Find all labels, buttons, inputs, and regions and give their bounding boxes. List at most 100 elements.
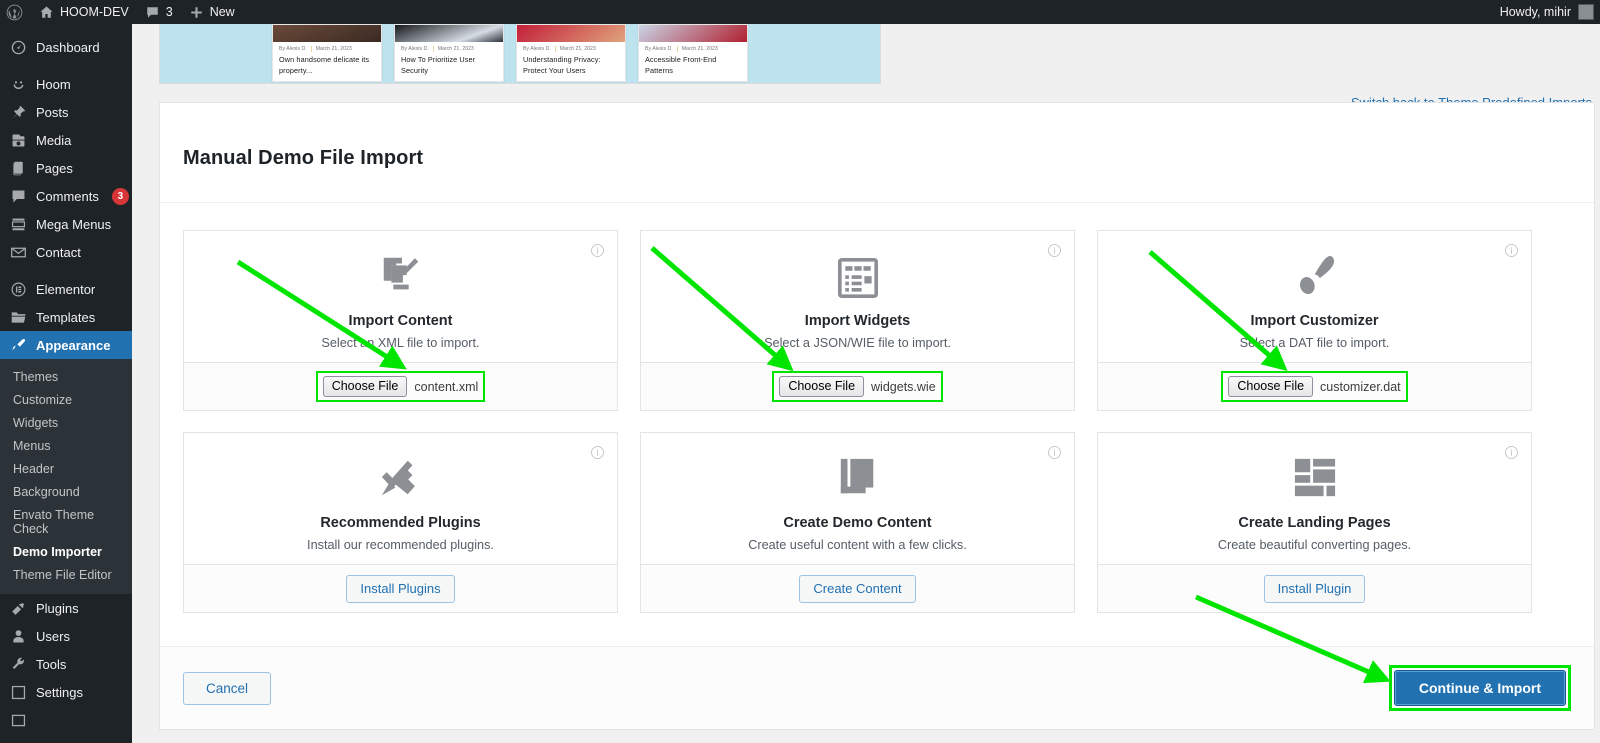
file-input-highlight[interactable]: Choose File customizer.dat xyxy=(1221,371,1407,402)
preview-date: March 21, 2023 xyxy=(682,46,718,52)
card-body: Create Demo Content Create useful conten… xyxy=(641,433,1074,564)
card-title: Import Widgets xyxy=(805,313,910,329)
card-footer: Install Plugin xyxy=(1098,564,1531,612)
admin-sidebar: Dashboard Hoom Posts Media Pages Comment… xyxy=(0,24,132,743)
card-description: Select a DAT file to import. xyxy=(1240,336,1390,350)
site-name-menu[interactable]: HOOM-DEV xyxy=(31,0,137,24)
import-widgets-icon xyxy=(836,252,880,298)
preview-thumbnail xyxy=(395,25,503,42)
sidebar-item-label: Settings xyxy=(36,685,83,700)
choose-file-button[interactable]: Choose File xyxy=(323,376,408,397)
sidebar-subitem-menus[interactable]: Menus xyxy=(0,434,132,457)
choose-file-button[interactable]: Choose File xyxy=(1228,376,1313,397)
sidebar-item-templates[interactable]: Templates xyxy=(0,303,132,331)
sidebar-subitem-demo-importer[interactable]: Demo Importer xyxy=(0,540,132,563)
install-plugins-button[interactable]: Install Plugins xyxy=(346,575,454,603)
create-demo-content-icon xyxy=(837,454,879,500)
theme-preview-strip: By Alexis D. March 21, 2023 Own handsome… xyxy=(159,24,881,84)
continue-import-highlight: Continue & Import xyxy=(1389,665,1571,711)
preview-card-meta: By Alexis D. March 21, 2023 xyxy=(523,46,619,52)
sidebar-item-posts[interactable]: Posts xyxy=(0,98,132,126)
preview-card-list: By Alexis D. March 21, 2023 Own handsome… xyxy=(160,24,880,82)
sidebar-subitem-themes[interactable]: Themes xyxy=(0,365,132,388)
create-content-button[interactable]: Create Content xyxy=(799,575,915,603)
sidebar-subitem-envato-theme-check[interactable]: Envato Theme Check xyxy=(0,503,132,540)
info-circle-icon[interactable] xyxy=(590,243,605,258)
sidebar-subitem-customize[interactable]: Customize xyxy=(0,388,132,411)
sidebar-item-mega-menus[interactable]: Mega Menus xyxy=(0,210,132,238)
preview-card-body: By Alexis D. March 21, 2023 How To Prior… xyxy=(395,42,503,81)
comments-count-label: 3 xyxy=(166,5,173,19)
sidebar-item-label: Dashboard xyxy=(36,40,100,55)
preview-date: March 21, 2023 xyxy=(560,46,596,52)
info-circle-icon[interactable] xyxy=(1047,445,1062,460)
new-content-menu[interactable]: New xyxy=(181,0,243,24)
media-camera-icon xyxy=(9,131,27,149)
panel-footer: Cancel Continue & Import xyxy=(160,646,1594,729)
sidebar-item-tools[interactable]: Tools xyxy=(0,650,132,678)
envelope-icon xyxy=(9,243,27,261)
avatar xyxy=(1578,4,1594,20)
card-create-demo-content: Create Demo Content Create useful conten… xyxy=(640,432,1075,613)
card-title: Create Landing Pages xyxy=(1238,515,1390,531)
sidebar-item-elementor[interactable]: Elementor xyxy=(0,275,132,303)
sidebar-item-plugins[interactable]: Plugins xyxy=(0,594,132,622)
sidebar-item-pages[interactable]: Pages xyxy=(0,154,132,182)
main-content: By Alexis D. March 21, 2023 Own handsome… xyxy=(132,24,1600,743)
card-description: Install our recommended plugins. xyxy=(307,538,494,552)
sidebar-subitem-widgets[interactable]: Widgets xyxy=(0,411,132,434)
elementor-icon xyxy=(9,280,27,298)
file-input-highlight[interactable]: Choose File content.xml xyxy=(316,371,486,402)
sidebar-item-users[interactable]: Users xyxy=(0,622,132,650)
appearance-submenu: Themes Customize Widgets Menus Header Ba… xyxy=(0,359,132,594)
import-cards-grid: Import Content Select an XML file to imp… xyxy=(160,203,1594,613)
card-footer: Choose File content.xml xyxy=(184,362,617,410)
sidebar-subitem-theme-file-editor[interactable]: Theme File Editor xyxy=(0,563,132,586)
plus-icon xyxy=(189,5,204,20)
new-content-label: New xyxy=(210,5,235,19)
pages-icon xyxy=(9,159,27,177)
wordpress-logo-icon xyxy=(6,4,23,21)
sidebar-item-hoom[interactable]: Hoom xyxy=(0,70,132,98)
mega-menu-icon xyxy=(9,215,27,233)
dashboard-gauge-icon xyxy=(9,38,27,56)
card-footer: Choose File widgets.wie xyxy=(641,362,1074,410)
card-title: Create Demo Content xyxy=(783,515,931,531)
card-title: Import Content xyxy=(349,313,453,329)
manual-demo-import-panel: Manual Demo File Import xyxy=(159,102,1595,730)
wordpress-logo-menu[interactable] xyxy=(0,0,31,24)
file-input-highlight[interactable]: Choose File widgets.wie xyxy=(772,371,942,402)
sidebar-item-appearance[interactable]: Appearance xyxy=(0,331,132,359)
cancel-button[interactable]: Cancel xyxy=(183,672,271,705)
sidebar-item-comments[interactable]: Comments 3 xyxy=(0,182,132,210)
preview-card-body: By Alexis D. March 21, 2023 Understandin… xyxy=(517,42,625,81)
home-icon xyxy=(39,5,54,20)
sidebar-item-media[interactable]: Media xyxy=(0,126,132,154)
info-circle-icon[interactable] xyxy=(1504,445,1519,460)
preview-card: By Alexis D. March 21, 2023 Understandin… xyxy=(516,24,626,82)
my-account-menu[interactable]: Howdy, mihir xyxy=(1500,4,1600,20)
card-footer: Create Content xyxy=(641,564,1074,612)
sidebar-item-partial[interactable] xyxy=(0,706,132,734)
sidebar-item-dashboard[interactable]: Dashboard xyxy=(0,33,132,61)
card-body: Recommended Plugins Install our recommen… xyxy=(184,433,617,564)
info-circle-icon[interactable] xyxy=(590,445,605,460)
menu-gap-top xyxy=(0,24,132,33)
sidebar-subitem-background[interactable]: Background xyxy=(0,480,132,503)
card-body: Create Landing Pages Create beautiful co… xyxy=(1098,433,1531,564)
sidebar-item-contact[interactable]: Contact xyxy=(0,238,132,266)
preview-card: By Alexis D. March 21, 2023 How To Prior… xyxy=(394,24,504,82)
card-import-widgets: Import Widgets Select a JSON/WIE file to… xyxy=(640,230,1075,411)
info-circle-icon[interactable] xyxy=(1504,243,1519,258)
comments-menu[interactable]: 3 xyxy=(137,0,181,24)
install-plugin-button[interactable]: Install Plugin xyxy=(1264,575,1366,603)
preview-author: By Alexis D. xyxy=(523,46,551,52)
continue-import-button[interactable]: Continue & Import xyxy=(1394,670,1566,706)
sidebar-subitem-header[interactable]: Header xyxy=(0,457,132,480)
sidebar-item-settings[interactable]: Settings xyxy=(0,678,132,706)
preview-card: By Alexis D. March 21, 2023 Accessible F… xyxy=(638,24,748,82)
card-body: Import Widgets Select a JSON/WIE file to… xyxy=(641,231,1074,362)
choose-file-button[interactable]: Choose File xyxy=(779,376,864,397)
preview-date: March 21, 2023 xyxy=(316,46,352,52)
info-circle-icon[interactable] xyxy=(1047,243,1062,258)
